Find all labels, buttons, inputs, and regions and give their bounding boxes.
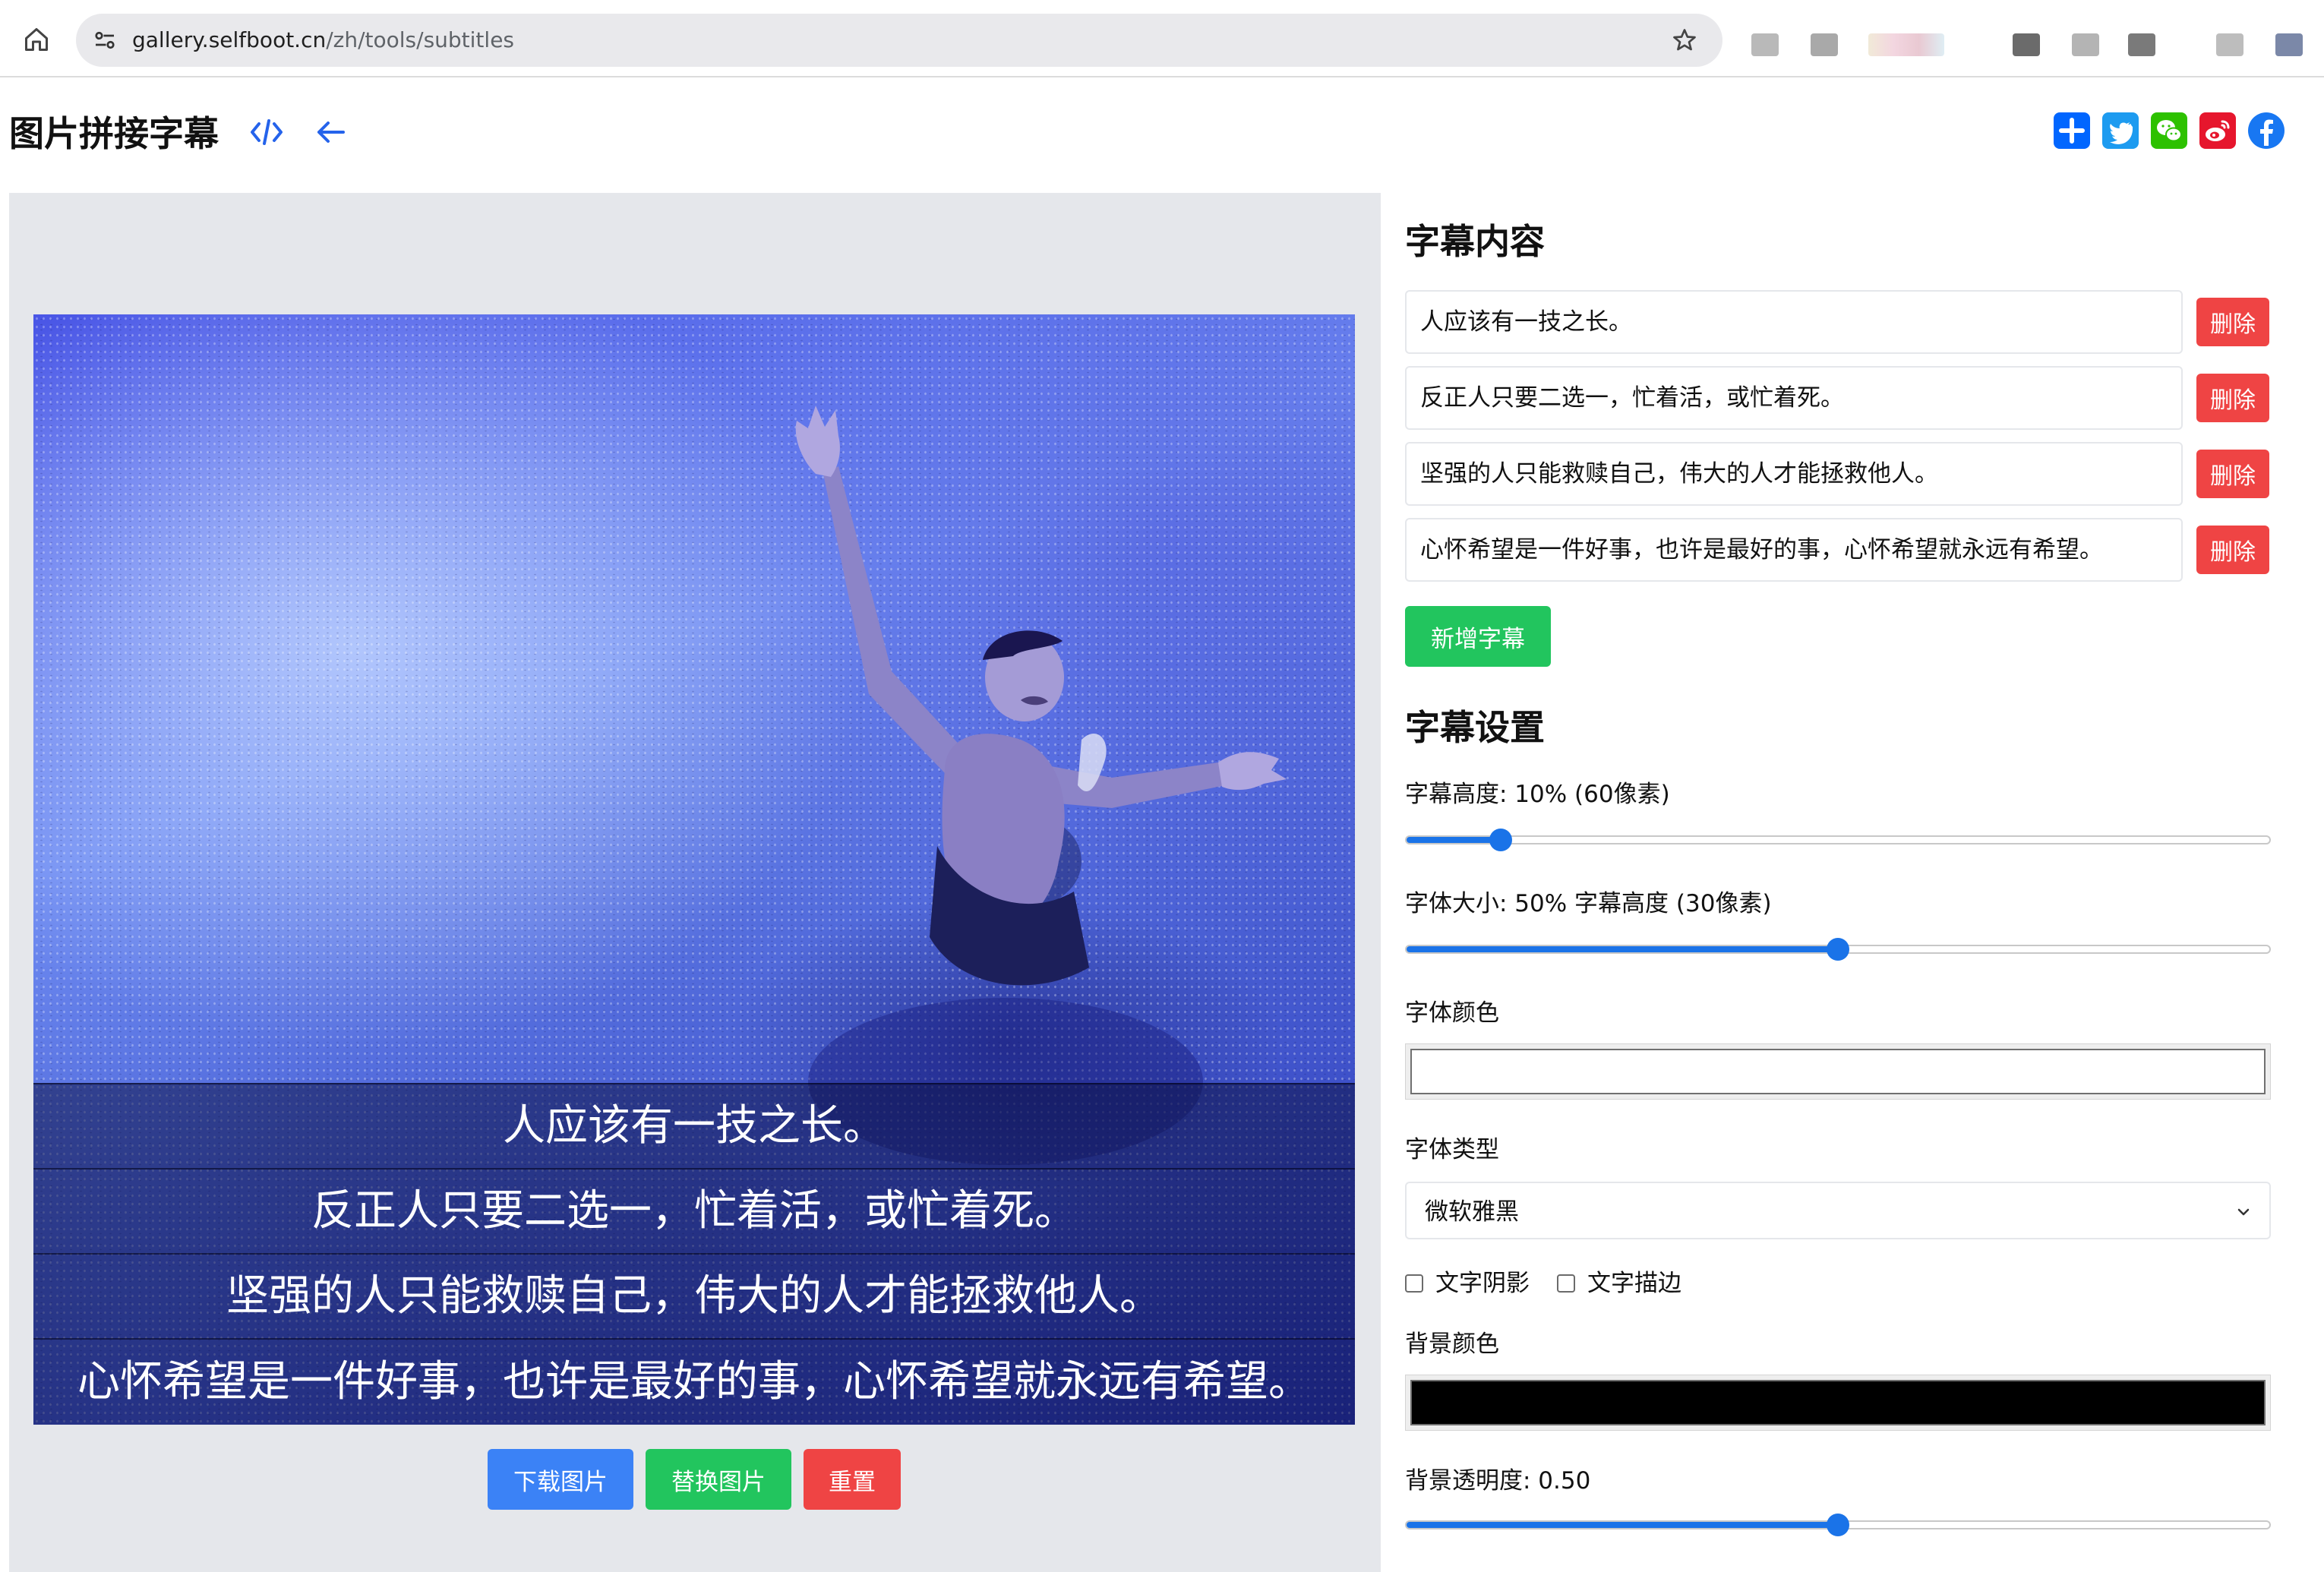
slider-track (1405, 835, 2271, 844)
subtitle-row: 反正人只要二选一，忙着活，或忙着死。 删除 (1405, 366, 2271, 430)
subtitle-input[interactable]: 心怀希望是一件好事，也许是最好的事，心怀希望就永远有希望。 (1405, 518, 2183, 582)
wechat-icon[interactable] (2151, 112, 2187, 149)
url-host: gallery.selfboot.cn (132, 27, 327, 52)
subtitle-input[interactable]: 人应该有一技之长。 (1405, 290, 2183, 354)
extension-icon[interactable] (2128, 33, 2155, 56)
address-bar[interactable]: gallery.selfboot.cn/zh/tools/subtitles (76, 14, 1722, 67)
add-share-icon[interactable] (2054, 112, 2090, 149)
subtitle-band: 坚强的人只能救赎自己，伟大的人才能拯救他人。 (33, 1253, 1355, 1338)
subtitle-settings-heading: 字幕设置 (1405, 707, 1545, 748)
subtitle-text: 人应该有一技之长。 (503, 1101, 886, 1151)
text-shadow-checkbox[interactable] (1405, 1274, 1423, 1293)
subtitle-overlay: 人应该有一技之长。 反正人只要二选一，忙着活，或忙着死。 坚强的人只能救赎自己，… (33, 1083, 1355, 1425)
subtitle-text: 心怀希望是一件好事，也许是最好的事，心怀希望就永远有希望。 (77, 1357, 1311, 1406)
bg-color-swatch (1410, 1380, 2266, 1425)
font-type-value: 微软雅黑 (1425, 1198, 1519, 1226)
reset-button[interactable]: 重置 (804, 1449, 901, 1510)
subtitle-band: 反正人只要二选一，忙着活，或忙着死。 (33, 1168, 1355, 1253)
url-text[interactable]: gallery.selfboot.cn/zh/tools/subtitles (132, 27, 514, 54)
delete-subtitle-button[interactable]: 删除 (2196, 374, 2269, 422)
star-icon[interactable] (1671, 27, 1698, 54)
extension-icon[interactable] (2275, 33, 2303, 56)
subtitle-input[interactable]: 反正人只要二选一，忙着活，或忙着死。 (1405, 366, 2183, 430)
url-path: /zh/tools/subtitles (326, 27, 515, 52)
extension-icon[interactable] (2013, 33, 2040, 56)
slider-thumb[interactable] (1827, 938, 1849, 961)
subtitle-height-label: 字幕高度: 10% (60像素) (1405, 781, 1670, 808)
bg-color-picker[interactable] (1405, 1375, 2271, 1431)
home-icon[interactable] (23, 26, 50, 53)
preview-panel: 人应该有一技之长。 反正人只要二选一，忙着活，或忙着死。 坚强的人只能救赎自己，… (9, 193, 1381, 1572)
subtitle-band: 人应该有一技之长。 (33, 1083, 1355, 1168)
weibo-icon[interactable] (2199, 112, 2236, 149)
bg-opacity-label: 背景透明度: 0.50 (1405, 1467, 1591, 1495)
subtitle-text: 反正人只要二选一，忙着活，或忙着死。 (311, 1186, 1077, 1236)
subtitle-height-slider[interactable] (1405, 825, 2271, 855)
font-color-swatch (1410, 1049, 2266, 1094)
add-subtitle-button[interactable]: 新增字幕 (1405, 606, 1551, 667)
subtitle-content-heading: 字幕内容 (1405, 221, 1545, 262)
delete-subtitle-button[interactable]: 删除 (2196, 526, 2269, 574)
browser-toolbar: gallery.selfboot.cn/zh/tools/subtitles (0, 0, 2324, 77)
subtitle-row: 坚强的人只能救赎自己，伟大的人才能拯救他人。 删除 (1405, 442, 2271, 506)
text-shadow-option[interactable]: 文字阴影 (1405, 1267, 1557, 1297)
replace-image-button[interactable]: 替换图片 (646, 1449, 791, 1510)
subtitle-input[interactable]: 坚强的人只能救赎自己，伟大的人才能拯救他人。 (1405, 442, 2183, 506)
extension-icon[interactable] (1868, 33, 1944, 56)
delete-subtitle-button[interactable]: 删除 (2196, 298, 2269, 346)
slider-fill (1407, 946, 1839, 952)
text-stroke-checkbox[interactable] (1557, 1274, 1575, 1293)
facebook-icon[interactable] (2248, 112, 2285, 149)
slider-thumb[interactable] (1827, 1514, 1849, 1536)
chevron-down-icon (2233, 1201, 2254, 1223)
subtitle-row: 心怀希望是一件好事，也许是最好的事，心怀希望就永远有希望。 删除 (1405, 518, 2271, 582)
text-shadow-label: 文字阴影 (1435, 1270, 1530, 1297)
preview-image: 人应该有一技之长。 反正人只要二选一，忙着活，或忙着死。 坚强的人只能救赎自己，… (33, 314, 1355, 1425)
bg-opacity-slider[interactable] (1405, 1510, 2271, 1540)
text-stroke-option[interactable]: 文字描边 (1557, 1267, 1709, 1297)
slider-fill (1407, 837, 1502, 843)
twitter-icon[interactable] (2102, 112, 2139, 149)
subtitle-row: 人应该有一技之长。 删除 (1405, 290, 2271, 354)
text-stroke-label: 文字描边 (1587, 1270, 1681, 1297)
site-settings-icon[interactable] (91, 27, 118, 54)
arrow-left-icon[interactable] (313, 117, 348, 147)
font-size-label: 字体大小: 50% 字幕高度 (30像素) (1405, 890, 1772, 917)
font-color-picker[interactable] (1405, 1043, 2271, 1100)
font-type-label: 字体类型 (1405, 1136, 1499, 1163)
slider-fill (1407, 1522, 1839, 1528)
extension-icon[interactable] (2216, 33, 2243, 56)
download-image-button[interactable]: 下载图片 (488, 1449, 633, 1510)
extension-icon[interactable] (2072, 33, 2099, 56)
delete-subtitle-button[interactable]: 删除 (2196, 450, 2269, 498)
subtitle-text: 坚强的人只能救赎自己，伟大的人才能拯救他人。 (226, 1271, 1162, 1321)
subtitle-band: 心怀希望是一件好事，也许是最好的事，心怀希望就永远有希望。 (33, 1338, 1355, 1425)
font-size-slider[interactable] (1405, 934, 2271, 964)
extension-icon[interactable] (1811, 33, 1838, 56)
code-icon[interactable] (249, 117, 284, 147)
font-color-label: 字体颜色 (1405, 999, 1499, 1027)
slider-thumb[interactable] (1489, 829, 1512, 851)
bg-color-label: 背景颜色 (1405, 1331, 1499, 1358)
font-type-select[interactable]: 微软雅黑 (1405, 1182, 2271, 1239)
extension-icon[interactable] (1751, 33, 1779, 56)
page-title: 图片拼接字幕 (9, 113, 219, 154)
